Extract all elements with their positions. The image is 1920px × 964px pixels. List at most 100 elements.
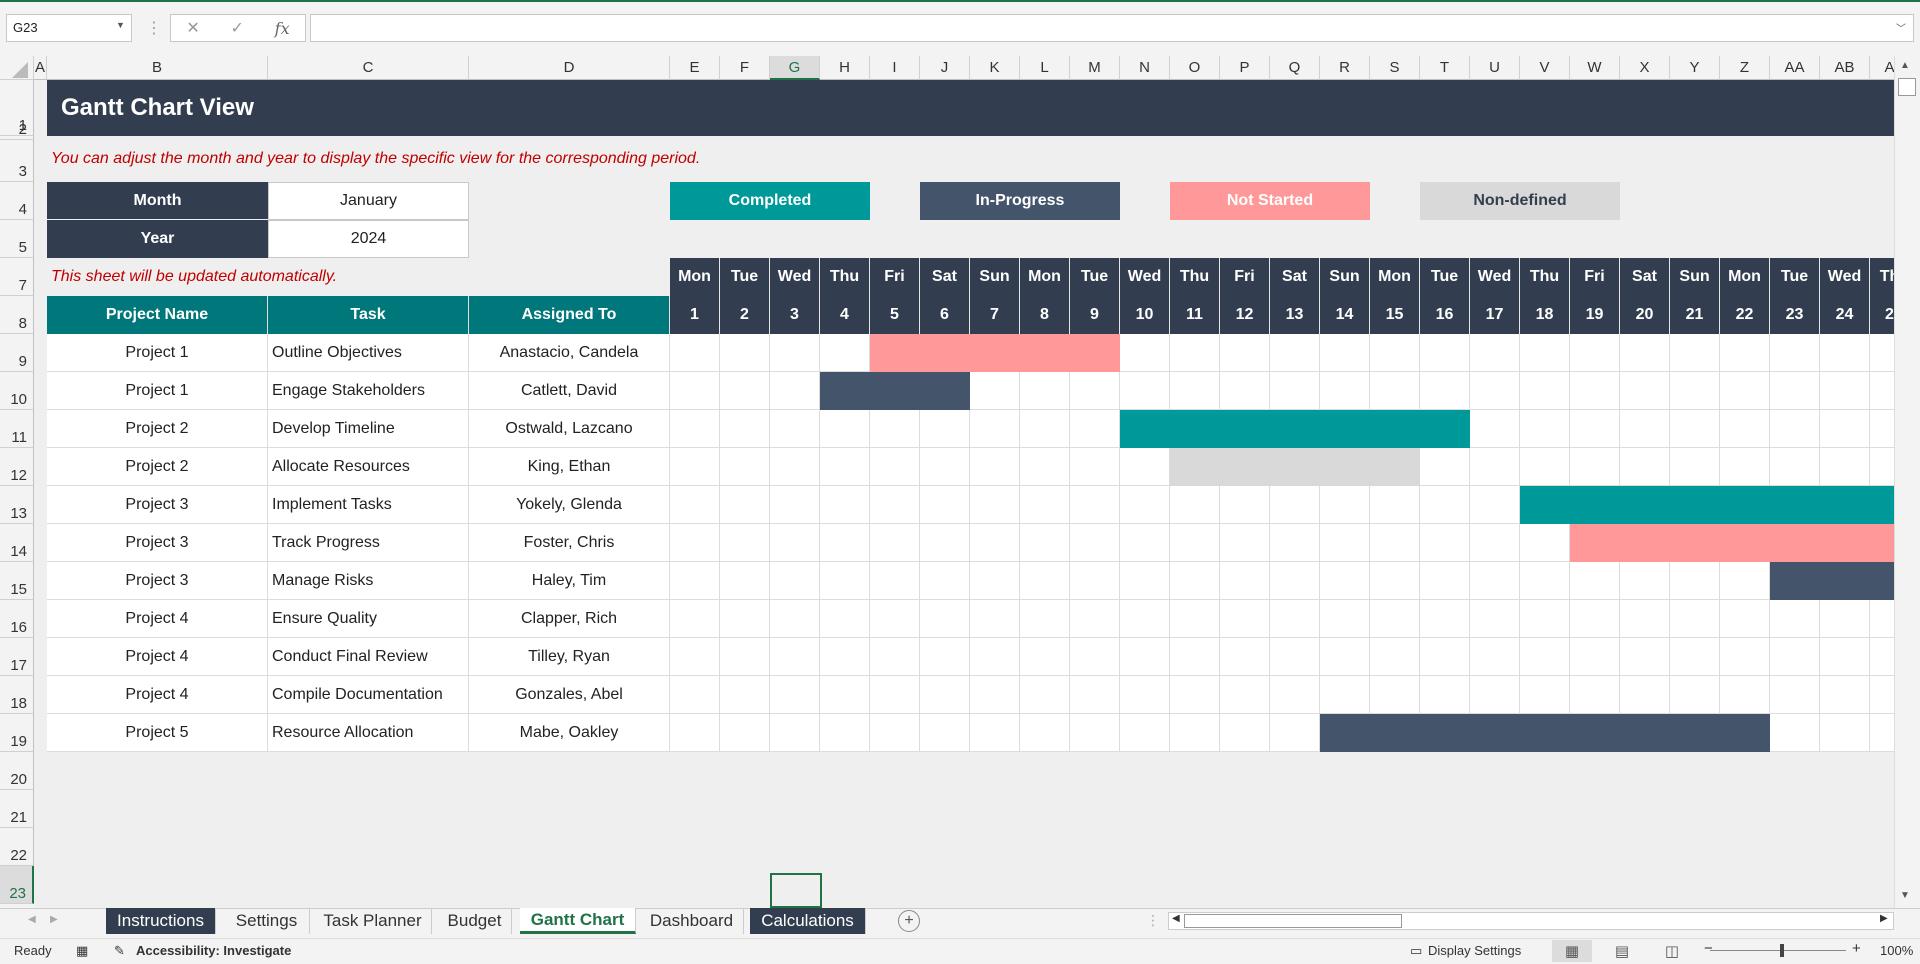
column-header-V[interactable]: V	[1520, 56, 1570, 80]
gantt-cell[interactable]	[1770, 676, 1820, 714]
task-cell[interactable]: Conduct Final Review	[268, 638, 469, 676]
row-header-22[interactable]: 22	[0, 828, 34, 866]
name-box[interactable]: G23	[6, 14, 132, 42]
gantt-cell[interactable]	[1870, 448, 1894, 486]
column-header-J[interactable]: J	[920, 56, 970, 80]
row-header-7[interactable]: 7	[0, 258, 34, 296]
assigned-to-cell[interactable]: Gonzales, Abel	[469, 676, 670, 714]
gantt-cell[interactable]	[1870, 600, 1894, 638]
gantt-cell[interactable]	[1320, 600, 1370, 638]
gantt-cell[interactable]	[1720, 562, 1770, 600]
gantt-cell[interactable]	[870, 486, 920, 524]
accessibility-icon[interactable]: ✎	[114, 943, 125, 959]
row-header-18[interactable]: 18	[0, 676, 34, 714]
task-cell[interactable]: Ensure Quality	[268, 600, 469, 638]
column-header-W[interactable]: W	[1570, 56, 1620, 80]
row-header-16[interactable]: 16	[0, 600, 34, 638]
assigned-to-cell[interactable]: Foster, Chris	[469, 524, 670, 562]
gantt-cell[interactable]	[1370, 562, 1420, 600]
gantt-cell[interactable]	[970, 714, 1020, 752]
gantt-bar-not-started[interactable]	[1570, 524, 1894, 562]
gantt-cell[interactable]	[1070, 486, 1120, 524]
tab-budget[interactable]: Budget	[438, 908, 512, 934]
gantt-cell[interactable]	[1420, 372, 1470, 410]
gantt-cell[interactable]	[1670, 600, 1720, 638]
column-header-K[interactable]: K	[970, 56, 1020, 80]
column-header-P[interactable]: P	[1220, 56, 1270, 80]
gantt-bar-in-progress[interactable]	[1320, 714, 1770, 752]
task-cell[interactable]: Engage Stakeholders	[268, 372, 469, 410]
gantt-cell[interactable]	[1020, 448, 1070, 486]
gantt-cell[interactable]	[1320, 334, 1370, 372]
gantt-cell[interactable]	[1420, 486, 1470, 524]
gantt-cell[interactable]	[970, 372, 1020, 410]
gantt-cell[interactable]	[1620, 562, 1670, 600]
gantt-cell[interactable]	[920, 676, 970, 714]
gantt-cell[interactable]	[770, 372, 820, 410]
gantt-cell[interactable]	[870, 638, 920, 676]
row-header-20[interactable]: 20	[0, 752, 34, 790]
gantt-cell[interactable]	[1420, 448, 1470, 486]
gantt-cell[interactable]	[1420, 676, 1470, 714]
gantt-cell[interactable]	[1220, 562, 1270, 600]
vertical-scroll-thumb[interactable]	[1898, 78, 1916, 96]
gantt-cell[interactable]	[1670, 676, 1720, 714]
gantt-cell[interactable]	[1320, 562, 1370, 600]
gantt-cell[interactable]	[920, 638, 970, 676]
normal-view-icon[interactable]: ▦	[1552, 940, 1592, 962]
gantt-cell[interactable]	[1170, 676, 1220, 714]
horizontal-scroll-thumb[interactable]	[1184, 914, 1402, 928]
row-header-1[interactable]: 1	[0, 80, 34, 136]
formula-input[interactable]	[310, 14, 1914, 42]
gantt-cell[interactable]	[870, 410, 920, 448]
gantt-cell[interactable]	[920, 524, 970, 562]
expand-formula-bar-icon[interactable]: ﹀	[1896, 20, 1906, 35]
column-header-M[interactable]: M	[1070, 56, 1120, 80]
assigned-to-cell[interactable]: Anastacio, Candela	[469, 334, 670, 372]
gantt-cell[interactable]	[1720, 448, 1770, 486]
gantt-cell[interactable]	[720, 562, 770, 600]
project-cell[interactable]: Project 4	[47, 638, 268, 676]
gantt-cell[interactable]	[1320, 486, 1370, 524]
gantt-cell[interactable]	[1120, 638, 1170, 676]
gantt-cell[interactable]	[1470, 334, 1520, 372]
column-header-L[interactable]: L	[1020, 56, 1070, 80]
gantt-cell[interactable]	[1770, 410, 1820, 448]
gantt-cell[interactable]	[820, 524, 870, 562]
gantt-cell[interactable]	[1820, 448, 1870, 486]
gantt-cell[interactable]	[670, 486, 720, 524]
gantt-cell[interactable]	[720, 714, 770, 752]
accessibility-status[interactable]: Accessibility: Investigate	[136, 943, 291, 958]
gantt-cell[interactable]	[1520, 676, 1570, 714]
gantt-cell[interactable]	[1870, 714, 1894, 752]
column-header-G[interactable]: G	[770, 56, 820, 80]
gantt-cell[interactable]	[770, 714, 820, 752]
gantt-cell[interactable]	[1070, 410, 1120, 448]
gantt-cell[interactable]	[1220, 486, 1270, 524]
column-header-Q[interactable]: Q	[1270, 56, 1320, 80]
gantt-cell[interactable]	[770, 562, 820, 600]
row-header-3[interactable]: 3	[0, 140, 34, 182]
gantt-cell[interactable]	[970, 562, 1020, 600]
column-header-C[interactable]: C	[268, 56, 469, 80]
gantt-cell[interactable]	[1020, 524, 1070, 562]
gantt-cell[interactable]	[1170, 372, 1220, 410]
gantt-cell[interactable]	[1270, 334, 1320, 372]
gantt-cell[interactable]	[770, 448, 820, 486]
column-header-O[interactable]: O	[1170, 56, 1220, 80]
gantt-cell[interactable]	[1820, 410, 1870, 448]
gantt-cell[interactable]	[970, 486, 1020, 524]
gantt-cell[interactable]	[1270, 676, 1320, 714]
gantt-bar-completed[interactable]	[1120, 410, 1470, 448]
gantt-cell[interactable]	[820, 714, 870, 752]
gantt-cell[interactable]	[1670, 410, 1720, 448]
project-cell[interactable]: Project 1	[47, 372, 268, 410]
name-box-dropdown-icon[interactable]: ▼	[116, 20, 125, 30]
gantt-cell[interactable]	[1120, 676, 1170, 714]
active-cell-cursor[interactable]	[770, 873, 822, 908]
gantt-cell[interactable]	[1720, 410, 1770, 448]
gantt-cell[interactable]	[1620, 372, 1670, 410]
gantt-cell[interactable]	[1070, 448, 1120, 486]
page-layout-icon[interactable]: ▤	[1602, 940, 1642, 962]
gantt-cell[interactable]	[1770, 600, 1820, 638]
